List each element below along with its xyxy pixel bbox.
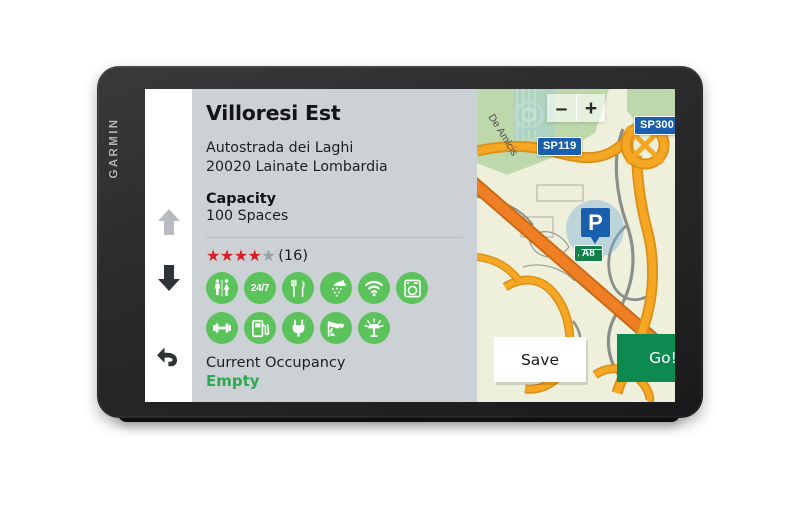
garmin-logo-text: GARMIN <box>109 117 122 179</box>
poi-address-line-1: Autostrada dei Laghi <box>206 140 354 156</box>
cctv-camera-glyph <box>327 321 345 337</box>
dumbbell-glyph <box>213 323 231 333</box>
section-divider <box>206 237 463 238</box>
map-zoom-controls: – + <box>547 94 605 122</box>
fuel-pump-glyph <box>251 319 269 337</box>
back-arrow-icon <box>156 347 177 367</box>
ev-charging-icon[interactable] <box>282 312 314 344</box>
map-view[interactable]: De Amicis – + SP119 SP300 P A8 Save Go! <box>477 89 675 402</box>
zoom-in-button[interactable]: + <box>576 94 605 122</box>
shower-icon[interactable] <box>320 272 352 304</box>
capacity-value: 100 Spaces <box>206 208 289 224</box>
wifi-icon[interactable] <box>358 272 390 304</box>
save-button[interactable]: Save <box>494 337 586 382</box>
motorway-shield-a8: A8 <box>574 245 603 262</box>
fork-knife-glyph <box>290 279 305 297</box>
fitness-icon[interactable] <box>206 312 238 344</box>
restrooms-glyph <box>214 279 230 297</box>
laundry-icon[interactable] <box>396 272 428 304</box>
lighting-icon[interactable] <box>358 312 390 344</box>
amenity-row-2 <box>206 312 463 344</box>
arrow-up-icon <box>157 209 180 235</box>
amenity-row-1: 24/7 <box>206 272 463 304</box>
scroll-down-button[interactable] <box>145 251 192 305</box>
go-button[interactable]: Go! <box>617 334 675 382</box>
rating-star-3: ★ <box>233 246 248 265</box>
capacity-label: Capacity <box>206 191 277 207</box>
washing-machine-glyph <box>403 279 421 297</box>
back-button[interactable] <box>145 329 192 383</box>
rating-star-2: ★ <box>219 246 234 265</box>
rating-count: (16) <box>278 248 308 264</box>
current-occupancy-value: Empty <box>206 372 260 390</box>
rating-star-5: ★ <box>261 246 276 265</box>
poi-address-line-2: 20020 Lainate Lombardia <box>206 159 388 175</box>
fuel-icon[interactable] <box>244 312 276 344</box>
current-occupancy-label: Current Occupancy <box>206 355 346 371</box>
open-24-7-label: 24/7 <box>250 282 270 294</box>
garmin-logo: GARMIN <box>104 93 126 203</box>
scroll-up-button[interactable] <box>145 195 192 249</box>
rating-star-4: ★ <box>247 246 262 265</box>
light-lamp-glyph <box>364 318 384 337</box>
shower-glyph <box>332 279 346 297</box>
road-shield-sp300: SP300 <box>634 116 675 135</box>
poi-detail-panel: Villoresi Est Autostrada dei Laghi 20020… <box>192 89 477 402</box>
poi-title: Villoresi Est <box>206 101 341 125</box>
parking-pin-label: P <box>581 208 610 244</box>
security-camera-icon[interactable] <box>320 312 352 344</box>
device-screen: Villoresi Est Autostrada dei Laghi 20020… <box>145 89 675 402</box>
open-24-7-icon[interactable]: 24/7 <box>244 272 276 304</box>
navigation-rail <box>145 89 192 402</box>
restrooms-icon[interactable] <box>206 272 238 304</box>
rating-row: ★ ★ ★ ★ ★ (16) <box>206 246 463 265</box>
motorway-shield-a8-label: A8 <box>582 248 595 259</box>
road-shield-sp119: SP119 <box>537 137 583 156</box>
power-plug-glyph <box>292 319 304 337</box>
restaurant-icon[interactable] <box>282 272 314 304</box>
wifi-glyph <box>365 280 383 297</box>
arrow-down-icon <box>157 265 180 291</box>
rating-star-1: ★ <box>206 246 220 265</box>
zoom-out-button[interactable]: – <box>547 94 576 122</box>
